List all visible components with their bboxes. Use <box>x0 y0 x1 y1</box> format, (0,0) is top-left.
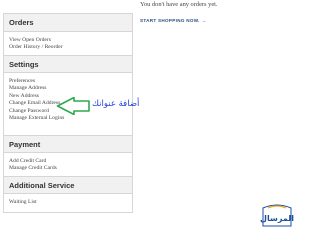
waiting-list-link[interactable]: Waiting List <box>9 199 127 206</box>
view-open-orders-link[interactable]: View Open Orders <box>9 37 127 44</box>
start-shopping-label: START SHOPPING NOW. <box>140 18 200 23</box>
arrow-right-icon: → <box>201 18 207 23</box>
annotation-text: أضافة عنوانك <box>92 99 140 109</box>
payment-header: Payment <box>4 135 132 153</box>
settings-header: Settings <box>4 55 132 73</box>
manage-external-logins-link[interactable]: Manage External Logins <box>9 115 127 122</box>
manage-address-link[interactable]: Manage Address <box>9 85 127 92</box>
annotation-arrow-icon <box>56 97 90 115</box>
additional-service-section: Additional Service Waiting List <box>4 176 132 212</box>
payment-section: Payment Add Credit Card Manage Credit Ca… <box>4 135 132 176</box>
site-logo: المرسال <box>260 204 294 227</box>
additional-service-header: Additional Service <box>4 176 132 194</box>
orders-header: Orders <box>4 14 132 32</box>
order-history-link[interactable]: Order History / Reorder <box>9 44 127 51</box>
logo-text: المرسال <box>260 214 294 223</box>
settings-section: Settings Preferences Manage Address New … <box>4 55 132 135</box>
preferences-link[interactable]: Preferences <box>9 78 127 85</box>
no-orders-message: You don't have any orders yet. <box>140 1 218 8</box>
start-shopping-link[interactable]: START SHOPPING NOW. → <box>140 18 207 23</box>
orders-section: Orders View Open Orders Order History / … <box>4 14 132 55</box>
add-credit-card-link[interactable]: Add Credit Card <box>9 158 127 165</box>
manage-credit-cards-link[interactable]: Manage Credit Cards <box>9 165 127 172</box>
